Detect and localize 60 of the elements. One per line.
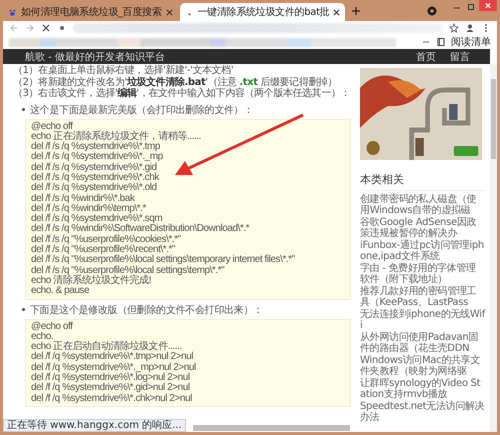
- code-line: echo 正在启动自动清除垃圾文件......: [31, 342, 182, 352]
- code-line: echo 清除系统垃圾文件完成!: [31, 276, 152, 286]
- code-line: del /f /s /q "%userprofile%\local settings\temporary internet files\*.*": [31, 255, 296, 266]
- code-line: del /f /s /q %systemdrive%\*.tmp: [31, 142, 160, 152]
- version-caption: 下面是这个是修改版（但删除的文件不会打印出来）：: [30, 304, 263, 317]
- code-line: del /f /s /q %systemdrive%\*.chk: [31, 172, 160, 183]
- code-line: del /f /s /q %systemdrive%\*.gid: [31, 162, 157, 173]
- section-heading: 本类相关: [360, 172, 485, 191]
- reading-list-link[interactable]: 阅读清单: [451, 35, 491, 49]
- code-line: del /f /q %systemdrive%\*.chk>nul 2>nul: [31, 394, 193, 404]
- profile-icon[interactable]: [427, 6, 437, 16]
- paw-icon: [8, 8, 17, 16]
- status-bar: 正在等待 www.hanggx.com 的响应...: [3, 419, 186, 432]
- code-line: del /f /q %systemdrive%\*.gid>nul 2>nul: [31, 383, 191, 394]
- code-line: echo 正在清除系统垃圾文件，请稍等......: [31, 132, 202, 142]
- code-line: echo. & pause: [31, 286, 90, 297]
- site-title[interactable]: 航歌 - 做最好的开发者知识平台: [25, 50, 165, 64]
- bullet-icon: [22, 108, 25, 111]
- code-line: del /f /s /q "%userprofile%\cookies\*.*": [31, 234, 182, 245]
- nav-link[interactable]: 留言: [450, 50, 470, 64]
- star-icon[interactable]: [449, 23, 459, 33]
- bullet-icon: [22, 308, 25, 312]
- related-link[interactable]: Windows访问Mac的共享文件夹教程（映射为网络驱: [360, 356, 485, 377]
- browser-tab[interactable]: 如何清理电脑系统垃圾_百度搜索: [3, 3, 178, 21]
- code-line: del /f /s /q %windir%\temp\*.*: [31, 204, 146, 214]
- code-line: del /f /q %systemdrive%\*.log>nul 2>nul: [31, 373, 191, 384]
- scrollbar[interactable]: [490, 64, 497, 432]
- code-line: del /f /s /q %systemdrive%\*.old: [31, 183, 157, 194]
- related-link[interactable]: 让群晖synology的Video Station支持rmvb播放: [360, 379, 485, 400]
- code-line: del /f /s /q %windir%\*.bak: [31, 194, 135, 204]
- reading-list-icon[interactable]: [436, 37, 446, 47]
- code-line: del /f /q %systemdrive%\*.tmp>nul 2>nul: [31, 352, 194, 362]
- code-line: del /f /s /q %systemdrive%\*._mp: [31, 152, 164, 162]
- related-link[interactable]: iFunbox-通过pc访问管理iphone,ipad文件系统: [360, 241, 485, 262]
- scrollbar[interactable]: [193, 425, 350, 431]
- stop-icon[interactable]: [41, 23, 51, 33]
- related-link[interactable]: 推荐几款好用的密码管理工具（KeePass、LastPass: [360, 287, 485, 308]
- maximize-icon[interactable]: [465, 2, 477, 12]
- related-link[interactable]: 字由 - 免费好用的字体管理软件（附下载地址）: [360, 264, 485, 285]
- version-caption: 这个是下面是最新完美版（会打印出删除的文件）：: [30, 104, 254, 116]
- related-link[interactable]: 创建带密码的私人磁盘（使用Windows自带的虚拟磁: [360, 195, 485, 216]
- code-line: @echo off: [31, 322, 74, 332]
- code-line: @echo off: [31, 122, 73, 132]
- step-text: （2）将新建的文件改名为'垃圾文件清除.bat'（注意 .txt 后缀要记得删掉）: [13, 76, 338, 88]
- browser-tab[interactable]: 一键清除系统垃圾文件的bat批: [180, 3, 346, 21]
- close-icon[interactable]: [333, 8, 340, 16]
- profile-icon[interactable]: [465, 23, 475, 33]
- nav-link[interactable]: 首页: [416, 50, 436, 64]
- code-line: echo.: [31, 332, 54, 342]
- code-line: del /f /s /q %windir%\SoftwareDistribution\Download\*.*: [31, 224, 250, 234]
- code-line: del /f /s /q %systemdrive%\*.sqm: [31, 214, 162, 224]
- new-tab-icon[interactable]: [351, 6, 362, 16]
- code-line: del /f /q %systemdrive%\*._mp>nul 2>nul: [31, 362, 197, 373]
- code-line: del /f /s /q "%userprofile%\recent\*.*": [31, 245, 176, 256]
- related-link[interactable]: Speedtest.net无法访问解决办法: [360, 402, 485, 423]
- step-text: （3）右击该文件，选择'编辑'，在文件中输入如下内容（两个版本任选其一）：: [13, 88, 352, 100]
- related-link[interactable]: 无法连接到iphone的无线Wifi: [360, 310, 485, 331]
- related-link[interactable]: 从外网访问使用Padavan固件的路由器（花生壳DDN: [360, 333, 485, 354]
- code-line: del /f /s /q "%userprofile%\local settings\temp\*.*": [31, 266, 226, 276]
- step-text: （1）在桌面上单击鼠标右键，选择'新建'-'文本文档': [13, 65, 234, 76]
